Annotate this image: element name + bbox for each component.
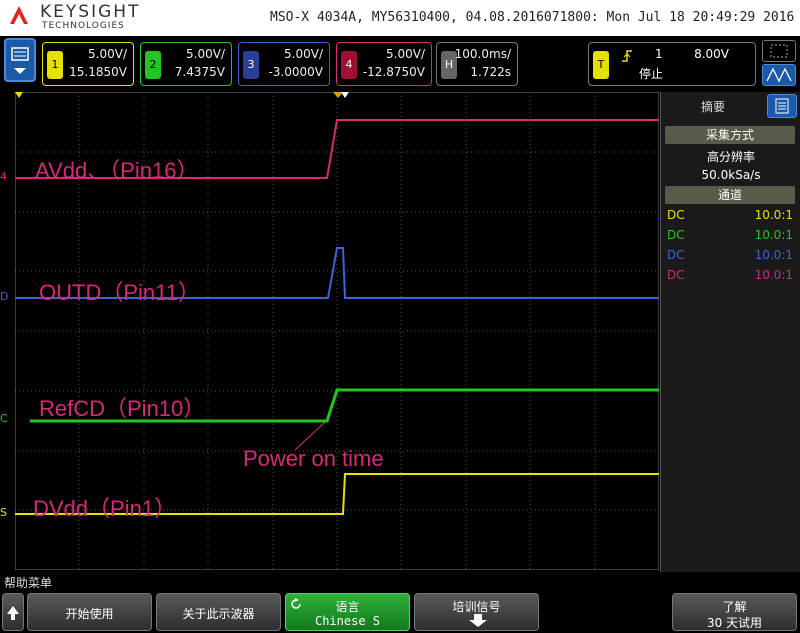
down-arrow-icon <box>469 614 487 627</box>
waveform-display[interactable]: AVdd、（Pin16） OUTD（Pin11） RefCD（Pin10） Po… <box>15 92 659 570</box>
brand-name: KEYSIGHT <box>40 2 141 22</box>
about-scope-label: 关于此示波器 <box>182 607 255 621</box>
training-label: 培训信号 <box>452 600 501 614</box>
channel-1-settings[interactable]: 1 5.00V/ 15.1850V <box>42 42 134 86</box>
ch2-marker-letter: C <box>0 412 8 425</box>
ch3-coupling: DC <box>667 248 685 262</box>
sample-rate: 50.0kSa/s <box>701 168 761 182</box>
learn-trial-button[interactable]: 了解 30 天试用 <box>672 593 797 631</box>
training-signals-button[interactable]: 培训信号 <box>414 593 539 631</box>
zoom-icon <box>770 44 788 58</box>
title-bar: KEYSIGHT TECHNOLOGIES MSO-X 4034A, MY563… <box>0 0 800 36</box>
language-label: 语言 <box>335 600 360 614</box>
acq-header: 采集方式 <box>705 128 754 142</box>
channel-2-number: 2 <box>145 51 161 79</box>
channel-bar: 1 5.00V/ 15.1850V 2 5.00V/ 7.4375V 3 5.0… <box>0 36 800 90</box>
acq-header-bar: 采集方式 <box>665 126 795 144</box>
channel-3-number: 3 <box>243 51 259 79</box>
ch2-coupling: DC <box>667 228 685 242</box>
language-value: Chinese S <box>314 614 381 628</box>
ch4-ground-marker[interactable]: 4 <box>0 170 14 183</box>
annotation-label: Power on time <box>243 446 384 471</box>
channel-1-number: 1 <box>47 51 63 79</box>
get-started-button[interactable]: 开始使用 <box>27 593 152 631</box>
channel-3-settings[interactable]: 3 5.00V/ -3.0000V <box>238 42 330 86</box>
keysight-logo-icon <box>10 6 28 24</box>
summary-sidebar: 摘要 采集方式 高分辨率 50.0kSa/s 通道 DC 10.0:1 DC 1… <box>660 92 800 572</box>
ch3-ground-marker[interactable]: D <box>0 290 14 303</box>
channels-header: 通道 <box>717 188 742 202</box>
horizontal-settings[interactable]: H 100.0ms/ 1.722s <box>436 42 518 86</box>
ch4-label: AVdd、（Pin16） <box>35 158 198 183</box>
trigger-settings[interactable]: T 1 8.00V 停止 <box>588 42 756 86</box>
instrument-info: MSO-X 4034A, MY56310400, 04.08.201607180… <box>270 10 795 25</box>
time-scale: 100.0ms/ <box>454 47 511 61</box>
channel-4-offset: -12.8750V <box>362 65 425 79</box>
trigger-source: 1 <box>655 47 663 61</box>
rising-edge-icon <box>622 50 632 62</box>
sidebar-menu-button[interactable] <box>767 94 797 118</box>
channel-2-scale: 5.00V/ <box>186 47 225 61</box>
channel-3-offset: -3.0000V <box>268 65 323 79</box>
ch4-coupling: DC <box>667 268 685 282</box>
trigger-label: T <box>593 51 609 79</box>
ch3-label: OUTD（Pin11） <box>39 280 200 305</box>
trial-label: 30 天试用 <box>706 616 763 630</box>
channel-1-scale: 5.00V/ <box>88 47 127 61</box>
ch1-coupling: DC <box>667 208 685 222</box>
ch4-marker-letter: 4 <box>0 170 7 183</box>
acq-mode: 高分辨率 <box>706 150 755 164</box>
ch4-probe: 10.0:1 <box>754 268 793 282</box>
ch1-ground-marker[interactable]: S <box>0 506 14 519</box>
main-menu-button[interactable] <box>4 38 36 82</box>
softkey-menu-title: 帮助菜单 <box>4 576 53 590</box>
channel-2-offset: 7.4375V <box>174 65 225 79</box>
sidebar-title: 摘要 <box>700 100 725 114</box>
about-scope-button[interactable]: 关于此示波器 <box>156 593 281 631</box>
waveform-mode-button[interactable] <box>762 64 796 86</box>
up-arrow-icon <box>7 606 19 620</box>
back-button[interactable] <box>2 593 24 631</box>
channel-4-number: 4 <box>341 51 357 79</box>
ch2-label: RefCD（Pin10） <box>39 396 205 421</box>
list-icon <box>775 98 789 114</box>
waveform-icon <box>766 67 792 83</box>
run-status: 停止 <box>639 67 664 81</box>
ch2-ground-marker[interactable]: C <box>0 412 14 425</box>
brand-subtitle: TECHNOLOGIES <box>42 21 125 31</box>
ch1-marker-letter: S <box>0 506 7 519</box>
ch3-marker-letter: D <box>0 290 9 303</box>
time-delay: 1.722s <box>470 65 511 79</box>
channel-2-settings[interactable]: 2 5.00V/ 7.4375V <box>140 42 232 86</box>
ch2-probe: 10.0:1 <box>754 228 793 242</box>
get-started-label: 开始使用 <box>65 607 114 621</box>
learn-label: 了解 <box>722 600 747 614</box>
language-button[interactable]: 语言 Chinese S <box>285 593 410 631</box>
channel-4-settings[interactable]: 4 5.00V/ -12.8750V <box>336 42 432 86</box>
channels-header-bar: 通道 <box>665 186 795 204</box>
menu-icon <box>11 47 29 74</box>
trigger-level: 8.00V <box>694 47 729 61</box>
channel-3-scale: 5.00V/ <box>284 47 323 61</box>
ch1-probe: 10.0:1 <box>754 208 793 222</box>
channel-4-scale: 5.00V/ <box>386 47 425 61</box>
channel-1-offset: 15.1850V <box>69 65 127 79</box>
ch3-probe: 10.0:1 <box>754 248 793 262</box>
zoom-button[interactable] <box>762 40 796 62</box>
ch1-label: DVdd（Pin1） <box>33 496 176 521</box>
